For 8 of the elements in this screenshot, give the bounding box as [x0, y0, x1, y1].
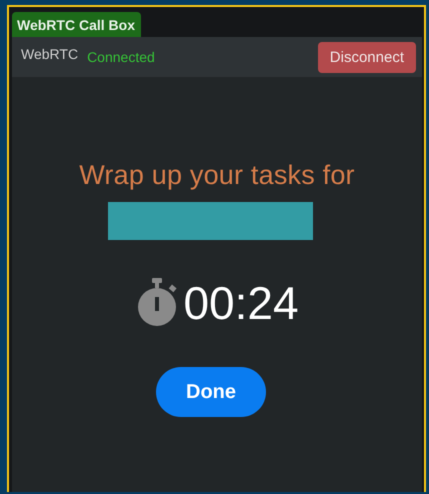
stopwatch-icon [135, 278, 180, 328]
connection-status: Connected [87, 49, 155, 65]
header-title: WebRTC [21, 46, 78, 62]
timer-text: 00:24 [183, 276, 299, 330]
disconnect-button[interactable]: Disconnect [318, 42, 416, 72]
tab[interactable]: WebRTC Call Box [12, 12, 141, 37]
done-button[interactable]: Done [156, 367, 266, 417]
prompt-text: Wrap up your tasks for [79, 160, 355, 191]
